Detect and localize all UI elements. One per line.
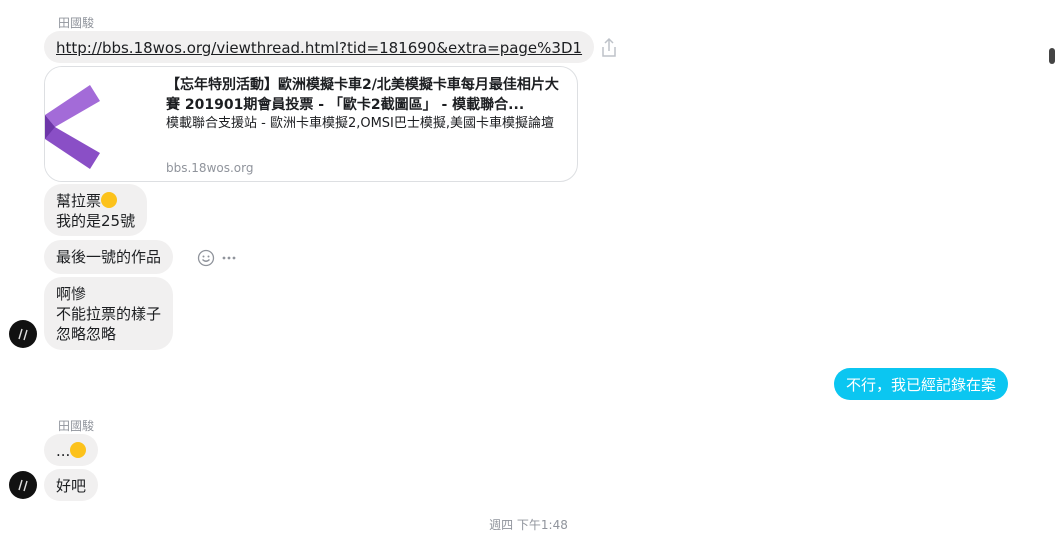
- avatar[interactable]: [9, 320, 37, 348]
- message-text: 最後一號的作品: [56, 248, 162, 266]
- scrollbar[interactable]: [1049, 48, 1055, 64]
- more-icon[interactable]: [221, 249, 237, 267]
- avatar[interactable]: [9, 471, 37, 499]
- grin-emoji-icon: [101, 192, 118, 208]
- timestamp: 週四 下午1:48: [489, 518, 568, 532]
- link-title: 【忘年特別活動】歐洲模擬卡車2/北美模擬卡車每月最佳相片大賽 201901期會員…: [166, 77, 559, 113]
- message-bubble[interactable]: 幫拉票 我的是25號: [44, 184, 148, 236]
- outgoing-message-bubble[interactable]: 不行，我已經記錄在案: [834, 368, 1009, 400]
- message-text: 好吧: [56, 477, 87, 495]
- link-domain: bbs.18wos.org: [166, 161, 254, 175]
- message-bubble[interactable]: 啊慘 不能拉票的樣子 忽略忽略: [44, 277, 174, 350]
- message-text: 不能拉票的樣子: [56, 305, 162, 323]
- message-text: 不行，我已經記錄在案: [846, 376, 997, 394]
- message-text: 忽略忽略: [56, 325, 117, 343]
- link-description: 模載聯合支援站 - 歐洲卡車模擬2,OMSI巴士模擬,美國卡車模擬論壇: [166, 116, 555, 131]
- smiley-icon[interactable]: [197, 249, 215, 267]
- sender-name-top: 田國駿: [58, 16, 95, 30]
- link-url[interactable]: http://bbs.18wos.org/viewthread.html?tid…: [56, 39, 582, 57]
- message-actions: [197, 249, 237, 267]
- link-message[interactable]: http://bbs.18wos.org/viewthread.html?tid…: [44, 31, 595, 63]
- message-text: 我的是25號: [56, 212, 136, 230]
- sender-name-bottom: 田國駿: [58, 419, 95, 433]
- message-text: 幫拉票: [56, 192, 102, 210]
- message-bubble[interactable]: ...: [44, 434, 99, 466]
- crying-emoji-icon: [70, 442, 87, 458]
- message-bubble[interactable]: 最後一號的作品: [44, 240, 174, 274]
- message-bubble[interactable]: 好吧: [44, 469, 99, 501]
- message-text: 啊慘: [56, 285, 87, 303]
- share-icon[interactable]: [597, 36, 621, 60]
- link-preview-card[interactable]: 【忘年特別活動】歐洲模擬卡車2/北美模擬卡車每月最佳相片大賽 201901期會員…: [44, 66, 578, 182]
- message-text: ...: [56, 442, 71, 460]
- link-thumbnail: [45, 67, 155, 181]
